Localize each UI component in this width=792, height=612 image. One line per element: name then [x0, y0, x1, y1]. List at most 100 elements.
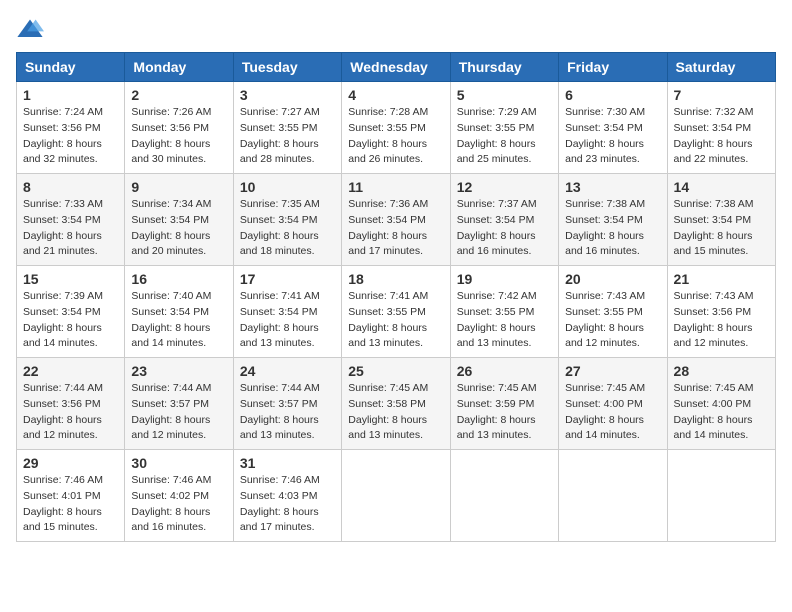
day-number: 29: [23, 455, 118, 471]
day-number: 10: [240, 179, 335, 195]
calendar-week-row: 1 Sunrise: 7:24 AM Sunset: 3:56 PM Dayli…: [17, 82, 776, 174]
day-number: 26: [457, 363, 552, 379]
day-number: 14: [674, 179, 769, 195]
day-number: 11: [348, 179, 443, 195]
day-number: 6: [565, 87, 660, 103]
day-info: Sunrise: 7:26 AM Sunset: 3:56 PM Dayligh…: [131, 105, 226, 168]
day-info: Sunrise: 7:46 AM Sunset: 4:01 PM Dayligh…: [23, 473, 118, 536]
day-info: Sunrise: 7:35 AM Sunset: 3:54 PM Dayligh…: [240, 197, 335, 260]
weekday-header: Monday: [125, 53, 233, 82]
calendar-cell: 9 Sunrise: 7:34 AM Sunset: 3:54 PM Dayli…: [125, 174, 233, 266]
calendar-cell: 15 Sunrise: 7:39 AM Sunset: 3:54 PM Dayl…: [17, 266, 125, 358]
day-number: 24: [240, 363, 335, 379]
day-number: 30: [131, 455, 226, 471]
calendar-cell: 2 Sunrise: 7:26 AM Sunset: 3:56 PM Dayli…: [125, 82, 233, 174]
calendar-cell: 11 Sunrise: 7:36 AM Sunset: 3:54 PM Dayl…: [342, 174, 450, 266]
calendar-week-row: 8 Sunrise: 7:33 AM Sunset: 3:54 PM Dayli…: [17, 174, 776, 266]
day-info: Sunrise: 7:38 AM Sunset: 3:54 PM Dayligh…: [674, 197, 769, 260]
weekday-header: Thursday: [450, 53, 558, 82]
day-info: Sunrise: 7:44 AM Sunset: 3:57 PM Dayligh…: [131, 381, 226, 444]
day-info: Sunrise: 7:30 AM Sunset: 3:54 PM Dayligh…: [565, 105, 660, 168]
day-number: 20: [565, 271, 660, 287]
calendar-week-row: 29 Sunrise: 7:46 AM Sunset: 4:01 PM Dayl…: [17, 450, 776, 542]
calendar-cell: 30 Sunrise: 7:46 AM Sunset: 4:02 PM Dayl…: [125, 450, 233, 542]
calendar-cell: 16 Sunrise: 7:40 AM Sunset: 3:54 PM Dayl…: [125, 266, 233, 358]
calendar-cell: [450, 450, 558, 542]
calendar-week-row: 15 Sunrise: 7:39 AM Sunset: 3:54 PM Dayl…: [17, 266, 776, 358]
calendar-cell: [559, 450, 667, 542]
calendar-cell: 25 Sunrise: 7:45 AM Sunset: 3:58 PM Dayl…: [342, 358, 450, 450]
calendar-cell: [667, 450, 775, 542]
calendar-cell: 23 Sunrise: 7:44 AM Sunset: 3:57 PM Dayl…: [125, 358, 233, 450]
day-info: Sunrise: 7:38 AM Sunset: 3:54 PM Dayligh…: [565, 197, 660, 260]
calendar-cell: 17 Sunrise: 7:41 AM Sunset: 3:54 PM Dayl…: [233, 266, 341, 358]
day-info: Sunrise: 7:43 AM Sunset: 3:56 PM Dayligh…: [674, 289, 769, 352]
calendar-cell: [342, 450, 450, 542]
day-info: Sunrise: 7:44 AM Sunset: 3:57 PM Dayligh…: [240, 381, 335, 444]
day-info: Sunrise: 7:46 AM Sunset: 4:03 PM Dayligh…: [240, 473, 335, 536]
day-info: Sunrise: 7:43 AM Sunset: 3:55 PM Dayligh…: [565, 289, 660, 352]
day-info: Sunrise: 7:34 AM Sunset: 3:54 PM Dayligh…: [131, 197, 226, 260]
day-number: 7: [674, 87, 769, 103]
calendar-cell: 1 Sunrise: 7:24 AM Sunset: 3:56 PM Dayli…: [17, 82, 125, 174]
day-info: Sunrise: 7:40 AM Sunset: 3:54 PM Dayligh…: [131, 289, 226, 352]
day-number: 8: [23, 179, 118, 195]
day-info: Sunrise: 7:37 AM Sunset: 3:54 PM Dayligh…: [457, 197, 552, 260]
day-number: 5: [457, 87, 552, 103]
day-number: 17: [240, 271, 335, 287]
calendar-cell: 29 Sunrise: 7:46 AM Sunset: 4:01 PM Dayl…: [17, 450, 125, 542]
day-number: 2: [131, 87, 226, 103]
day-number: 31: [240, 455, 335, 471]
day-info: Sunrise: 7:45 AM Sunset: 4:00 PM Dayligh…: [674, 381, 769, 444]
day-number: 13: [565, 179, 660, 195]
calendar: SundayMondayTuesdayWednesdayThursdayFrid…: [16, 52, 776, 542]
calendar-cell: 31 Sunrise: 7:46 AM Sunset: 4:03 PM Dayl…: [233, 450, 341, 542]
calendar-week-row: 22 Sunrise: 7:44 AM Sunset: 3:56 PM Dayl…: [17, 358, 776, 450]
weekday-header-row: SundayMondayTuesdayWednesdayThursdayFrid…: [17, 53, 776, 82]
day-info: Sunrise: 7:41 AM Sunset: 3:54 PM Dayligh…: [240, 289, 335, 352]
day-info: Sunrise: 7:45 AM Sunset: 3:59 PM Dayligh…: [457, 381, 552, 444]
day-info: Sunrise: 7:27 AM Sunset: 3:55 PM Dayligh…: [240, 105, 335, 168]
calendar-cell: 24 Sunrise: 7:44 AM Sunset: 3:57 PM Dayl…: [233, 358, 341, 450]
day-info: Sunrise: 7:36 AM Sunset: 3:54 PM Dayligh…: [348, 197, 443, 260]
calendar-cell: 6 Sunrise: 7:30 AM Sunset: 3:54 PM Dayli…: [559, 82, 667, 174]
calendar-cell: 8 Sunrise: 7:33 AM Sunset: 3:54 PM Dayli…: [17, 174, 125, 266]
calendar-cell: 26 Sunrise: 7:45 AM Sunset: 3:59 PM Dayl…: [450, 358, 558, 450]
day-number: 22: [23, 363, 118, 379]
day-info: Sunrise: 7:46 AM Sunset: 4:02 PM Dayligh…: [131, 473, 226, 536]
day-info: Sunrise: 7:42 AM Sunset: 3:55 PM Dayligh…: [457, 289, 552, 352]
calendar-cell: 14 Sunrise: 7:38 AM Sunset: 3:54 PM Dayl…: [667, 174, 775, 266]
weekday-header: Saturday: [667, 53, 775, 82]
logo-icon: [16, 16, 44, 44]
day-number: 4: [348, 87, 443, 103]
calendar-cell: 20 Sunrise: 7:43 AM Sunset: 3:55 PM Dayl…: [559, 266, 667, 358]
weekday-header: Tuesday: [233, 53, 341, 82]
calendar-cell: 21 Sunrise: 7:43 AM Sunset: 3:56 PM Dayl…: [667, 266, 775, 358]
day-info: Sunrise: 7:39 AM Sunset: 3:54 PM Dayligh…: [23, 289, 118, 352]
day-number: 9: [131, 179, 226, 195]
calendar-cell: 5 Sunrise: 7:29 AM Sunset: 3:55 PM Dayli…: [450, 82, 558, 174]
day-info: Sunrise: 7:24 AM Sunset: 3:56 PM Dayligh…: [23, 105, 118, 168]
weekday-header: Friday: [559, 53, 667, 82]
calendar-cell: 22 Sunrise: 7:44 AM Sunset: 3:56 PM Dayl…: [17, 358, 125, 450]
calendar-cell: 3 Sunrise: 7:27 AM Sunset: 3:55 PM Dayli…: [233, 82, 341, 174]
day-number: 27: [565, 363, 660, 379]
day-number: 28: [674, 363, 769, 379]
weekday-header: Wednesday: [342, 53, 450, 82]
calendar-cell: 27 Sunrise: 7:45 AM Sunset: 4:00 PM Dayl…: [559, 358, 667, 450]
day-number: 21: [674, 271, 769, 287]
calendar-cell: 13 Sunrise: 7:38 AM Sunset: 3:54 PM Dayl…: [559, 174, 667, 266]
day-number: 25: [348, 363, 443, 379]
calendar-cell: 4 Sunrise: 7:28 AM Sunset: 3:55 PM Dayli…: [342, 82, 450, 174]
day-info: Sunrise: 7:41 AM Sunset: 3:55 PM Dayligh…: [348, 289, 443, 352]
calendar-cell: 10 Sunrise: 7:35 AM Sunset: 3:54 PM Dayl…: [233, 174, 341, 266]
calendar-cell: 28 Sunrise: 7:45 AM Sunset: 4:00 PM Dayl…: [667, 358, 775, 450]
calendar-cell: 19 Sunrise: 7:42 AM Sunset: 3:55 PM Dayl…: [450, 266, 558, 358]
day-number: 12: [457, 179, 552, 195]
weekday-header: Sunday: [17, 53, 125, 82]
day-number: 15: [23, 271, 118, 287]
day-info: Sunrise: 7:45 AM Sunset: 3:58 PM Dayligh…: [348, 381, 443, 444]
day-number: 19: [457, 271, 552, 287]
day-info: Sunrise: 7:29 AM Sunset: 3:55 PM Dayligh…: [457, 105, 552, 168]
day-info: Sunrise: 7:28 AM Sunset: 3:55 PM Dayligh…: [348, 105, 443, 168]
